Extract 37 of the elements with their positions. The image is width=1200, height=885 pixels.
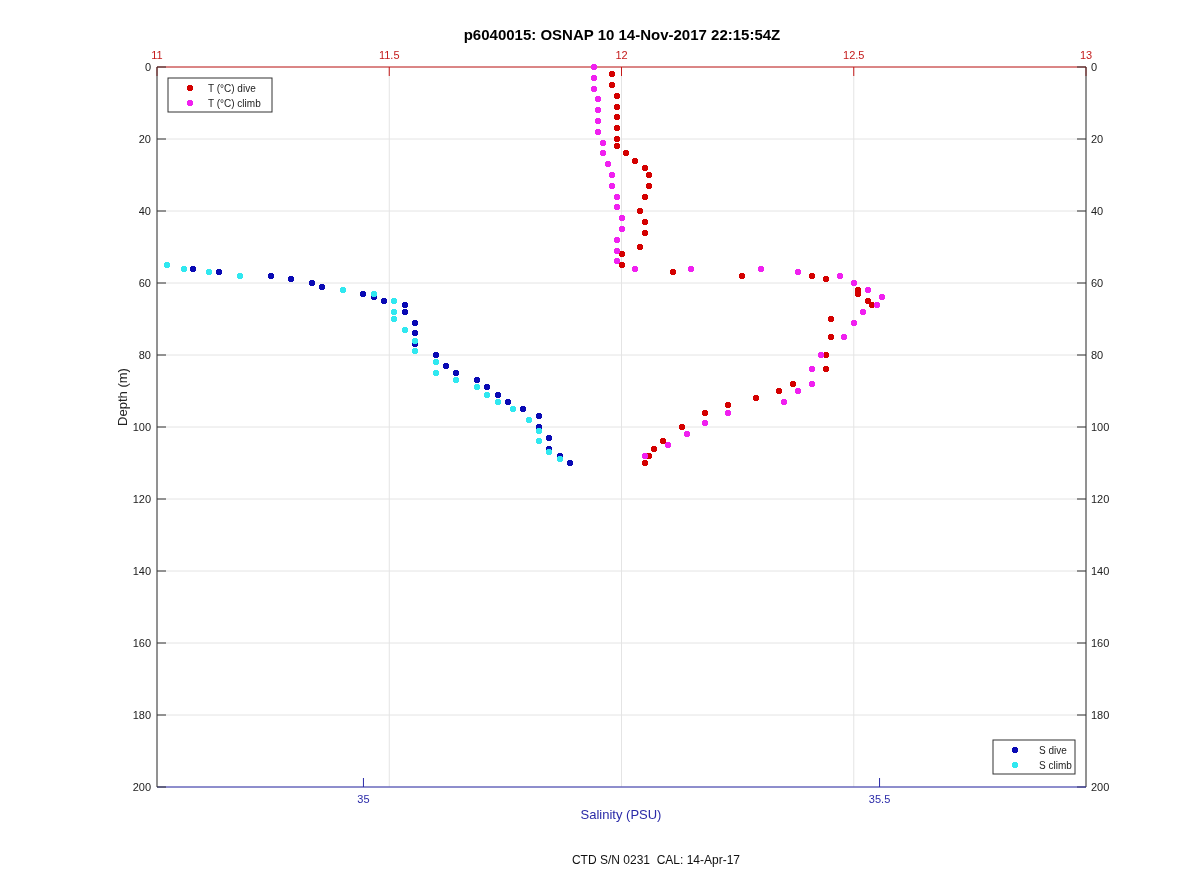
tick-label: 12	[615, 49, 628, 61]
tick-label: 200	[1091, 781, 1110, 793]
tick-label: 100	[132, 421, 151, 433]
legend-label: S climb	[1039, 760, 1072, 771]
chart-title: p6040015: OSNAP 10 14-Nov-2017 22:15:54Z	[463, 26, 781, 43]
tick-label: 11	[151, 49, 163, 61]
tick-label: 35	[357, 793, 370, 805]
y-axis-label: Depth (m)	[115, 368, 130, 426]
tick-label: 13	[1079, 49, 1093, 61]
tick-label: 160	[1091, 637, 1110, 649]
tick-label: 180	[1091, 709, 1110, 721]
tick-label: 80	[1091, 349, 1104, 361]
tick-label: 60	[1091, 277, 1104, 289]
x-axis-label: Salinity (PSU)	[580, 807, 662, 822]
tick-label: 140	[132, 565, 151, 577]
tick-label: 12.5	[843, 49, 865, 61]
tick-label: 11.5	[378, 49, 400, 61]
tick-label: 140	[1091, 565, 1110, 577]
tick-label: 40	[138, 205, 151, 217]
tick-label: 60	[138, 277, 151, 289]
tick-label: 0	[144, 61, 151, 73]
legend-label: S dive	[1039, 745, 1067, 756]
tick-label: 80	[138, 349, 151, 361]
tick-label: 120	[1091, 493, 1110, 505]
tick-label: 20	[138, 133, 151, 145]
tick-label: 40	[1091, 205, 1104, 217]
tick-label: 20	[1091, 133, 1104, 145]
tick-label: 120	[132, 493, 151, 505]
legend-label: T (°C) dive	[208, 83, 256, 94]
footer-text: CTD S/N 0231 CAL: 14-Apr-17	[571, 853, 741, 867]
legend-label: T (°C) climb	[208, 98, 261, 109]
tick-label: 35.5	[868, 793, 891, 805]
tick-label: 0	[1091, 61, 1098, 73]
tick-label: 100	[1091, 421, 1110, 433]
tick-label: 200	[132, 781, 151, 793]
tick-label: 160	[132, 637, 151, 649]
tick-label: 180	[132, 709, 151, 721]
